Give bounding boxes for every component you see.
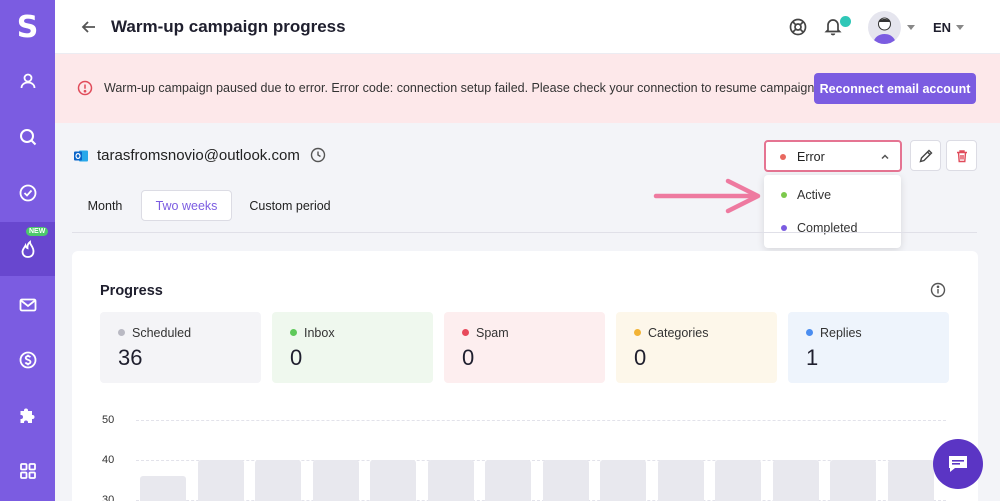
chat-support-button[interactable] [933, 439, 983, 489]
status-option-active[interactable]: Active [764, 181, 901, 209]
sidebar: S NEW [0, 0, 55, 501]
pencil-icon [918, 149, 932, 163]
progress-title: Progress [100, 283, 163, 299]
sidebar-item-integrations[interactable] [0, 389, 55, 443]
language-dropdown-caret[interactable] [956, 25, 964, 30]
y-tick-label: 40 [102, 454, 115, 466]
tab-two-weeks[interactable]: Two weeks [141, 190, 232, 221]
pointer-arrow-icon [653, 178, 761, 214]
page-title: Warm-up campaign progress [111, 17, 346, 36]
sidebar-item-search[interactable] [0, 110, 55, 164]
chevron-up-icon [881, 154, 889, 160]
notification-dot [840, 16, 851, 27]
sidebar-item-billing[interactable] [0, 333, 55, 387]
stat-dot [118, 329, 125, 336]
stat-label: Inbox [304, 326, 335, 340]
sidebar-item-warmup[interactable]: NEW [0, 222, 55, 276]
chart-bar [600, 460, 646, 501]
search-icon [19, 129, 36, 146]
error-alert-banner: Warm-up campaign paused due to error. Er… [55, 54, 1000, 123]
chart-bar [312, 460, 359, 501]
user-avatar-icon [873, 17, 896, 44]
status-dropdown-menu: Active Completed [764, 175, 901, 248]
chart-bar [657, 460, 704, 501]
sidebar-item-contacts[interactable] [0, 54, 55, 108]
account-email: tarasfromsnovio@outlook.com [97, 147, 300, 164]
avatar-dropdown-caret[interactable] [907, 25, 915, 30]
chart-bar [772, 460, 819, 501]
check-circle-icon [19, 184, 36, 202]
chart-bar [887, 460, 934, 501]
stat-spam: Spam 0 [444, 312, 605, 383]
sidebar-item-tasks[interactable] [0, 166, 55, 220]
active-dot [781, 192, 787, 198]
tabs-divider [72, 232, 977, 233]
stat-replies: Replies 1 [788, 312, 949, 383]
tab-month[interactable]: Month [79, 190, 131, 221]
delete-button[interactable] [946, 140, 977, 171]
app-logo[interactable]: S [0, 0, 55, 54]
alert-message: Warm-up campaign paused due to error. Er… [104, 81, 818, 95]
language-selector[interactable]: EN [933, 20, 951, 35]
help-lifebuoy-icon[interactable] [788, 17, 808, 37]
status-selected-value: Error [797, 150, 825, 164]
chart-bar [715, 460, 761, 501]
mail-icon [19, 298, 36, 312]
stat-dot [290, 329, 297, 336]
chart-bar [370, 460, 416, 501]
chart-bar [542, 460, 589, 501]
clock-icon[interactable] [310, 147, 326, 163]
status-dot [780, 154, 786, 160]
user-icon [20, 73, 35, 89]
dollar-icon [19, 351, 36, 369]
alert-circle-icon [77, 80, 93, 96]
stat-value: 0 [290, 345, 303, 370]
stat-scheduled: Scheduled 36 [100, 312, 261, 383]
back-arrow-icon[interactable] [79, 17, 99, 37]
stat-value: 0 [634, 345, 647, 370]
stat-label: Scheduled [132, 326, 192, 340]
status-select[interactable]: Error [764, 140, 902, 172]
stat-dot [462, 329, 469, 336]
stat-dot [634, 329, 641, 336]
edit-button[interactable] [910, 140, 941, 171]
y-tick-label: 50 [102, 414, 115, 426]
top-header: Warm-up campaign progress EN [55, 0, 1000, 54]
chart-bar [140, 476, 186, 501]
stat-inbox: Inbox 0 [272, 312, 433, 383]
puzzle-icon [20, 408, 34, 423]
stat-value: 0 [462, 345, 475, 370]
info-icon[interactable] [930, 282, 946, 298]
chart-bar [427, 460, 474, 501]
sidebar-item-apps[interactable] [0, 444, 55, 498]
status-option-completed[interactable]: Completed [764, 214, 901, 242]
completed-dot [781, 225, 787, 231]
y-tick-label: 30 [102, 494, 115, 501]
progress-card: Progress Scheduled 36 Inbox 0 Spam 0 Cat… [72, 251, 978, 501]
chart-bar [485, 460, 531, 501]
tab-custom-period[interactable]: Custom period [242, 190, 338, 221]
sidebar-item-email[interactable] [0, 278, 55, 332]
chart-bar [830, 460, 876, 501]
grid-icon [19, 463, 36, 479]
chart-bar [197, 460, 244, 501]
stat-label: Spam [476, 326, 509, 340]
stat-label: Replies [820, 326, 862, 340]
new-badge: NEW [26, 227, 49, 236]
flame-icon [21, 240, 34, 258]
stat-categories: Categories 0 [616, 312, 777, 383]
trash-icon [956, 149, 967, 162]
gridline [136, 420, 946, 421]
stat-value: 1 [806, 345, 819, 370]
outlook-icon [74, 150, 88, 162]
chat-bubble-icon [949, 456, 967, 472]
chart-bar [255, 460, 301, 501]
stat-value: 36 [118, 345, 143, 370]
reconnect-email-button[interactable]: Reconnect email account [814, 73, 976, 104]
avatar[interactable] [868, 11, 901, 44]
stat-dot [806, 329, 813, 336]
status-option-label: Active [797, 188, 832, 202]
stat-label: Categories [648, 326, 709, 340]
